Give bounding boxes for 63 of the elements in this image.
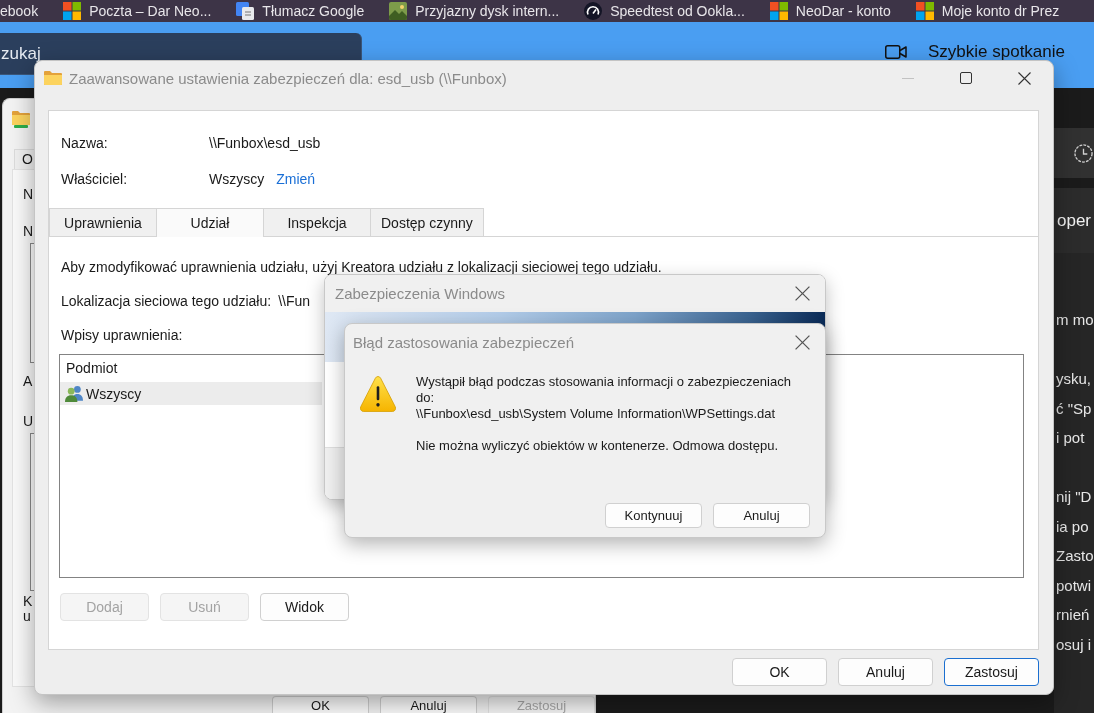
dialog-button[interactable]: Anuluj [713, 503, 810, 528]
minimize-icon [902, 77, 914, 79]
meeting-button[interactable]: Szybkie spotkanie [884, 41, 1065, 63]
tab[interactable]: Dostęp czynny [370, 208, 484, 236]
close-icon [794, 286, 810, 301]
close-icon [794, 334, 810, 350]
folder-icon [44, 71, 62, 85]
field-label: K [23, 593, 33, 609]
tab[interactable]: O [14, 149, 34, 169]
dialog-button[interactable]: OK [732, 658, 827, 686]
field-label: A [23, 373, 33, 389]
four-squares-icon [769, 2, 788, 20]
field-value: \\Fun [278, 292, 311, 311]
dialog-button[interactable]: Zastosuj [944, 658, 1039, 686]
video-camera-icon [884, 45, 907, 59]
gauge-icon [584, 2, 603, 20]
maximize-icon [960, 72, 972, 84]
field-label: u [23, 608, 31, 624]
bookmark-link[interactable]: Poczta – Dar Neo... [63, 2, 212, 20]
bookmark-link[interactable]: Moje konto dr Prez [915, 2, 1060, 20]
article-paragraph: nij "D ia po Zasto potwi rnień osuj i [1055, 487, 1094, 655]
bookmark-link[interactable]: Speedtest od Ookla... [584, 2, 745, 20]
article-paragraph: m mo [1055, 310, 1094, 330]
field-value: \\Funbox\esd_usb [209, 134, 321, 153]
bookmark-link[interactable]: ebook [0, 2, 39, 20]
field-label: Właściciel: [61, 170, 128, 189]
change-link[interactable]: Zmień [276, 169, 316, 189]
window-title: Błąd zastosowania zabezpieczeń [353, 333, 574, 351]
bookmark-link[interactable]: Przyjazny dysk intern... [389, 2, 560, 20]
error-detail: Nie można wyliczyć obiektów w kontenerze. Odmowa dostępu. [416, 438, 778, 454]
error-message: Wystąpił błąd podczas stosowania informacji o zabezpieczeniach do: \\Funbox\esd_usb\System Volume Information\WPSettings.dat [416, 374, 791, 422]
field-label: N [23, 223, 34, 239]
field-value: Wszyscy [209, 170, 265, 189]
clock-icon[interactable] [1074, 143, 1093, 163]
folder-icon [12, 110, 30, 128]
bookmark-link[interactable]: NeoDar - konto [769, 2, 891, 20]
four-squares-icon [915, 2, 934, 20]
field-label: Lokalizacja sieciowa tego udziału: [61, 292, 272, 311]
dialog-button[interactable]: Kontynuuj [605, 503, 702, 528]
field-label: Wpisy uprawnienia: [61, 326, 183, 345]
tab[interactable]: Inspekcja [263, 208, 371, 236]
column-header[interactable]: Podmiot [66, 360, 118, 376]
info-text: Aby zmodyfikować uprawnienia udziału, użyj Kreatora udziału z lokalizacji sieciowej tego udziału. [61, 259, 662, 275]
four-squares-icon [63, 2, 82, 20]
article-paragraph: ysku, ć "Sp i pot [1055, 369, 1092, 448]
dialog-button[interactable]: OK [272, 696, 369, 713]
warning-icon [360, 376, 396, 412]
field-label: N [23, 186, 34, 202]
field-label: Nazwa: [61, 134, 108, 153]
bookmark-link[interactable]: Tłumacz Google [236, 2, 365, 20]
field-label: U [23, 413, 34, 429]
tab[interactable]: Uprawnienia [49, 208, 157, 236]
section-heading: oper [1056, 210, 1092, 231]
list-row[interactable]: Wszyscy [60, 382, 322, 405]
dialog-button[interactable]: Anuluj [380, 696, 477, 713]
dialog-button[interactable]: Anuluj [838, 658, 933, 686]
close-icon [1017, 71, 1031, 85]
users-icon [65, 385, 83, 402]
list-button[interactable]: Widok [260, 593, 349, 621]
window-title: Zabezpieczenia Windows [335, 285, 506, 302]
tab[interactable]: Udział [156, 208, 264, 237]
picture-icon [389, 2, 408, 20]
document-icon [236, 2, 255, 20]
